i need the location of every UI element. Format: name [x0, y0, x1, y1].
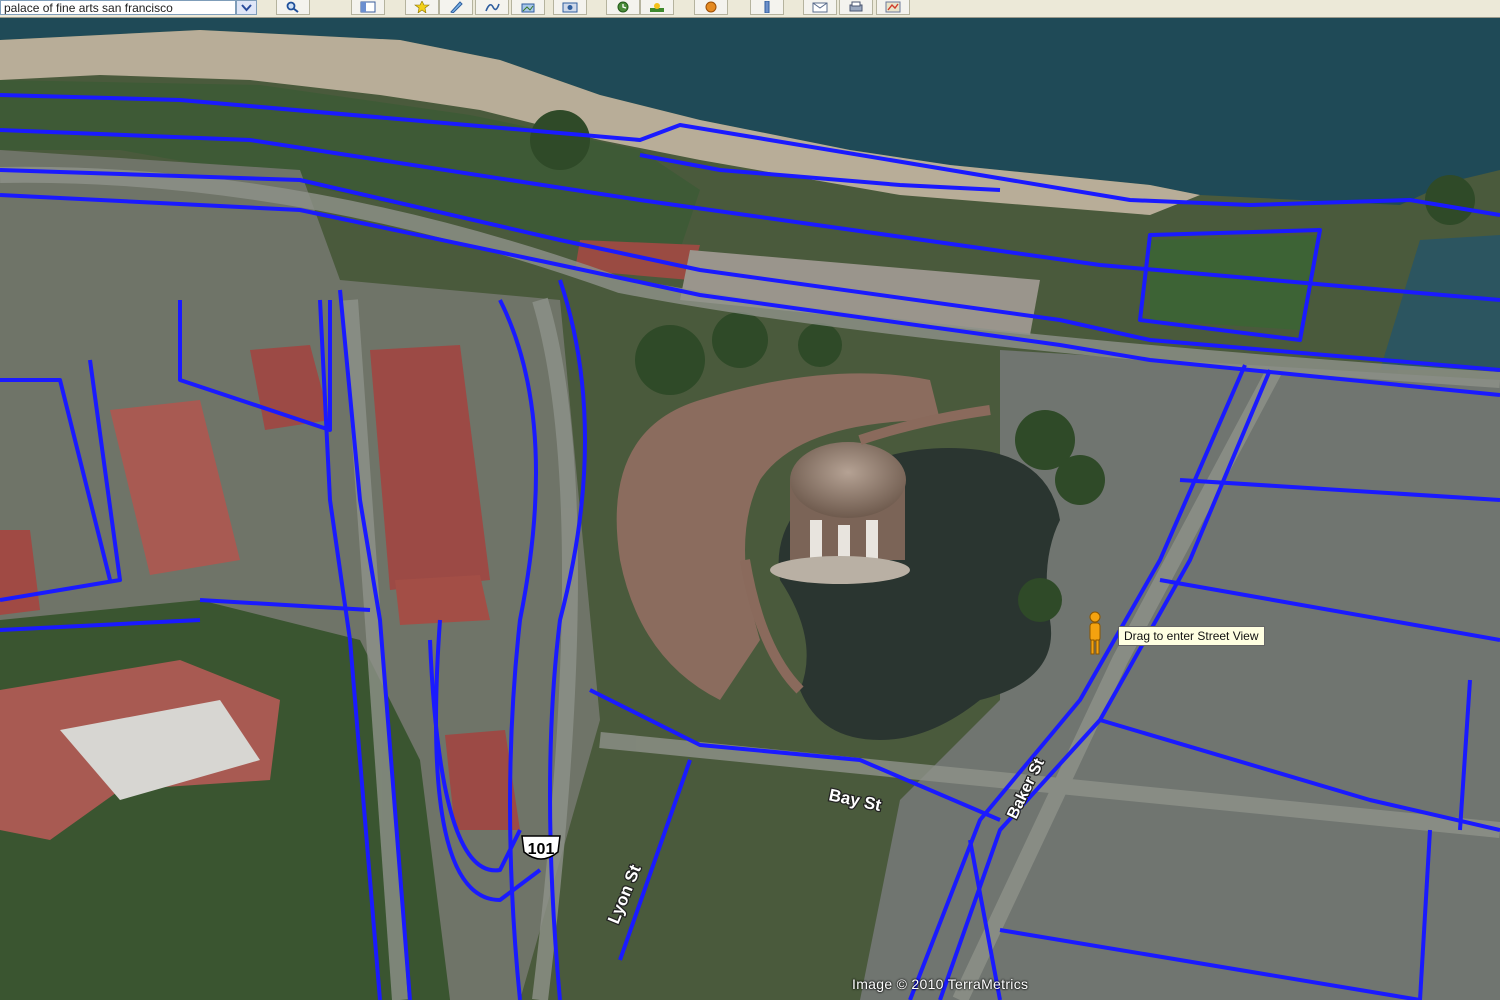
path-button[interactable] [475, 0, 509, 15]
tour-button[interactable] [553, 0, 587, 15]
tour-icon [562, 2, 578, 13]
historical-imagery-icon [617, 1, 629, 13]
print-button[interactable] [839, 0, 873, 15]
search-button[interactable] [276, 0, 310, 15]
placemark-icon [414, 1, 430, 13]
sidebar-button[interactable] [351, 0, 385, 15]
highway-101-shield: 101 [521, 835, 561, 860]
satellite-imagery[interactable]: 101 Bay St Baker St Lyon St [0, 17, 1500, 1000]
polygon-button[interactable] [439, 0, 473, 15]
planet-button[interactable] [694, 0, 728, 15]
imagery-credit: Image © 2010 TerraMetrics [852, 976, 1029, 992]
toolbar [0, 0, 1500, 18]
planet-icon [705, 1, 717, 13]
email-button[interactable] [803, 0, 837, 15]
map-view[interactable]: 101 Bay St Baker St Lyon St [0, 17, 1500, 1000]
ruler-icon [764, 1, 770, 13]
street-view-tooltip: Drag to enter Street View [1118, 626, 1265, 646]
sunlight-icon [650, 3, 664, 12]
historical-imagery-button[interactable] [606, 0, 640, 15]
email-icon [812, 2, 828, 13]
ruler-button[interactable] [750, 0, 784, 15]
overlay-icon [521, 3, 535, 13]
palace-dome [790, 442, 906, 518]
sidebar-icon [360, 1, 376, 13]
search-input[interactable] [0, 0, 236, 15]
chevron-down-icon [241, 4, 252, 12]
search-dropdown-button[interactable] [236, 0, 257, 15]
highway-101-label: 101 [528, 841, 555, 858]
sunlight-button[interactable] [640, 0, 674, 15]
print-icon [849, 1, 863, 12]
placemark-button[interactable] [405, 0, 439, 15]
search-icon [286, 1, 299, 13]
polygon-icon [450, 1, 463, 13]
pegman-icon[interactable] [1084, 610, 1106, 658]
maps-icon [885, 1, 901, 13]
view-in-maps-button[interactable] [876, 0, 910, 15]
path-icon [485, 3, 500, 12]
overlay-button[interactable] [511, 0, 545, 15]
